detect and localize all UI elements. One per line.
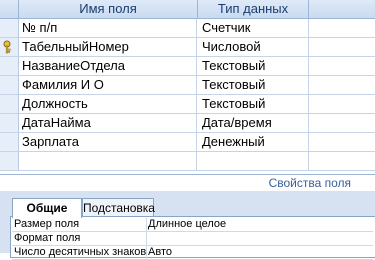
grid-header: Имя поля Тип данных — [0, 0, 375, 19]
property-row[interactable]: Число десятичных знаков Авто — [12, 246, 373, 260]
property-name: Размер поля — [12, 218, 147, 231]
field-name-cell[interactable]: ДатаНайма — [22, 114, 197, 132]
table-design-grid: Имя поля Тип данных № п/п Счетчик Табель… — [0, 0, 375, 172]
data-type-cell[interactable]: Счетчик — [198, 19, 309, 37]
property-value[interactable]: Длинное целое — [148, 218, 226, 231]
property-row[interactable]: Размер поля Длинное целое — [12, 218, 373, 232]
table-row[interactable]: ТабельныйНомер Числовой — [0, 38, 375, 57]
data-type-cell[interactable]: Числовой — [198, 38, 309, 56]
table-row[interactable]: ДатаНайма Дата/время — [0, 114, 375, 133]
field-properties-title: Свойства поля — [268, 176, 351, 190]
row-selector[interactable] — [0, 95, 19, 113]
tab-lookup[interactable]: Подстановка — [82, 198, 155, 217]
table-row[interactable]: Фамилия И О Текстовый — [0, 76, 375, 95]
field-name-cell[interactable]: НазваниеОтдела — [22, 57, 197, 75]
row-selector[interactable] — [0, 133, 19, 151]
field-name-cell[interactable]: Должность — [22, 95, 197, 113]
field-name-cell[interactable]: № п/п — [22, 19, 197, 37]
table-row[interactable]: НазваниеОтдела Текстовый — [0, 57, 375, 76]
primary-key-icon — [3, 40, 11, 54]
property-name: Формат поля — [12, 232, 147, 245]
data-type-cell[interactable]: Текстовый — [198, 76, 309, 94]
row-selector[interactable] — [0, 57, 19, 75]
field-name-cell[interactable] — [22, 152, 197, 170]
data-type-cell[interactable]: Денежный — [198, 133, 309, 151]
data-type-cell[interactable] — [198, 152, 309, 170]
header-data-type: Тип данных — [198, 0, 309, 18]
field-name-cell[interactable]: Зарплата — [22, 133, 197, 151]
header-field-name: Имя поля — [19, 0, 198, 18]
table-row[interactable]: № п/п Счетчик — [0, 19, 375, 38]
tab-general[interactable]: Общие — [12, 198, 82, 218]
table-row[interactable]: Должность Текстовый — [0, 95, 375, 114]
data-type-cell[interactable]: Текстовый — [198, 95, 309, 113]
field-properties-panel: Общие Подстановка Размер поля Длинное це… — [0, 191, 375, 260]
table-row[interactable]: Зарплата Денежный — [0, 133, 375, 152]
row-selector[interactable] — [0, 152, 19, 170]
data-type-cell[interactable]: Дата/время — [198, 114, 309, 132]
row-selector[interactable] — [0, 38, 19, 56]
field-name-cell[interactable]: ТабельныйНомер — [22, 38, 197, 56]
row-selector[interactable] — [0, 76, 19, 94]
row-selector[interactable] — [0, 19, 19, 37]
table-row-empty[interactable] — [0, 152, 375, 171]
field-name-cell[interactable]: Фамилия И О — [22, 76, 197, 94]
header-selector — [0, 0, 19, 18]
data-type-cell[interactable]: Текстовый — [198, 57, 309, 75]
row-selector[interactable] — [0, 114, 19, 132]
property-row[interactable]: Формат поля — [12, 232, 373, 246]
field-properties-bar: Свойства поля — [0, 174, 375, 191]
